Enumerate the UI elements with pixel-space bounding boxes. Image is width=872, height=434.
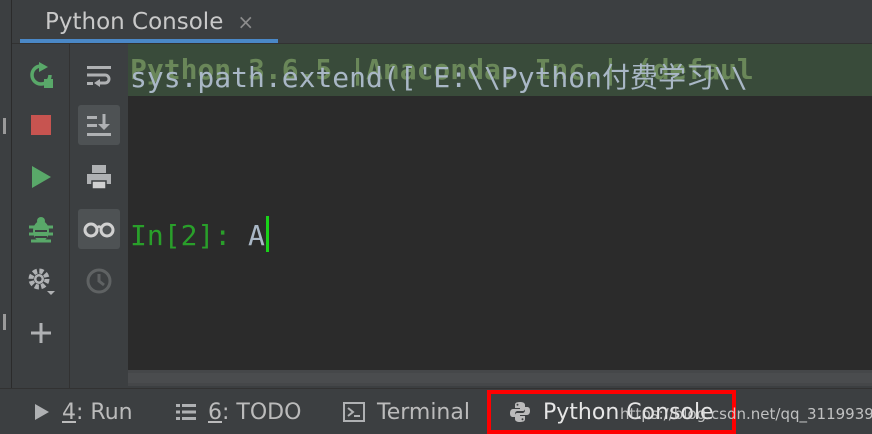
run-icon — [34, 403, 50, 421]
add-button[interactable] — [20, 313, 62, 353]
rerun-button[interactable] — [20, 55, 62, 95]
rerun-icon — [30, 62, 53, 88]
console-input[interactable]: A — [248, 219, 265, 252]
run-shortcut-number: 4 — [62, 399, 76, 425]
input-prompt-line[interactable]: In[2]: A — [130, 216, 269, 252]
run-label: : Run — [76, 399, 133, 425]
tool-window-bar: 4: Run 6: TODO Terminal Python Console h… — [0, 388, 872, 434]
python-logo-icon — [509, 401, 531, 423]
todo-shortcut-number: 6 — [208, 399, 222, 425]
debug-button[interactable] — [20, 209, 62, 249]
tab-label: Python Console — [45, 9, 224, 35]
settings-icon — [28, 268, 55, 295]
print-icon — [87, 165, 111, 190]
execute-button[interactable] — [20, 157, 62, 197]
soft-wrap-button[interactable] — [78, 55, 120, 95]
left-edge-strip — [0, 0, 12, 388]
edge-marker — [3, 118, 6, 134]
stop-icon — [31, 115, 51, 135]
watermark-text: https://blog.csdn.net/qq_31199399 — [620, 405, 872, 423]
console-action-toolbar — [12, 44, 70, 388]
scroll-to-end-button[interactable] — [78, 105, 120, 145]
todo-tool-button[interactable]: 6: TODO — [176, 389, 301, 434]
todo-list-icon — [176, 403, 196, 421]
scroll-to-end-icon — [87, 114, 111, 136]
debug-icon — [29, 217, 53, 243]
edge-marker — [3, 314, 6, 330]
console-view-toolbar — [70, 44, 128, 388]
active-tab-indicator — [20, 39, 278, 43]
settings-button[interactable] — [20, 261, 62, 301]
terminal-tool-button[interactable]: Terminal — [343, 389, 470, 434]
todo-label: : TODO — [222, 399, 302, 425]
print-button[interactable] — [78, 157, 120, 197]
close-icon[interactable]: × — [237, 10, 254, 34]
stop-button[interactable] — [20, 105, 62, 145]
history-button[interactable] — [78, 261, 120, 301]
console-output[interactable]: sys.path.extend(['E:\\Python付费学习\\ Pytho… — [128, 44, 872, 370]
add-icon — [31, 323, 51, 343]
prompt-label: In[2]: — [130, 219, 232, 252]
tool-window-tab-bar: Python Console × — [12, 0, 872, 44]
show-variables-icon — [83, 222, 115, 238]
soft-wrap-icon — [87, 66, 111, 87]
terminal-icon — [343, 402, 365, 422]
execute-icon — [32, 166, 51, 188]
scrollbar-thumb[interactable] — [128, 373, 872, 383]
run-tool-button[interactable]: 4: Run — [34, 389, 133, 434]
console-command-line: sys.path.extend(['E:\\Python付费学习\\ — [130, 61, 748, 94]
text-caret — [265, 216, 269, 252]
history-icon — [86, 268, 112, 294]
show-variables-button[interactable] — [78, 209, 120, 249]
horizontal-scrollbar[interactable] — [128, 370, 872, 386]
tab-python-console[interactable]: Python Console × — [20, 0, 278, 44]
terminal-label: Terminal — [377, 399, 470, 425]
